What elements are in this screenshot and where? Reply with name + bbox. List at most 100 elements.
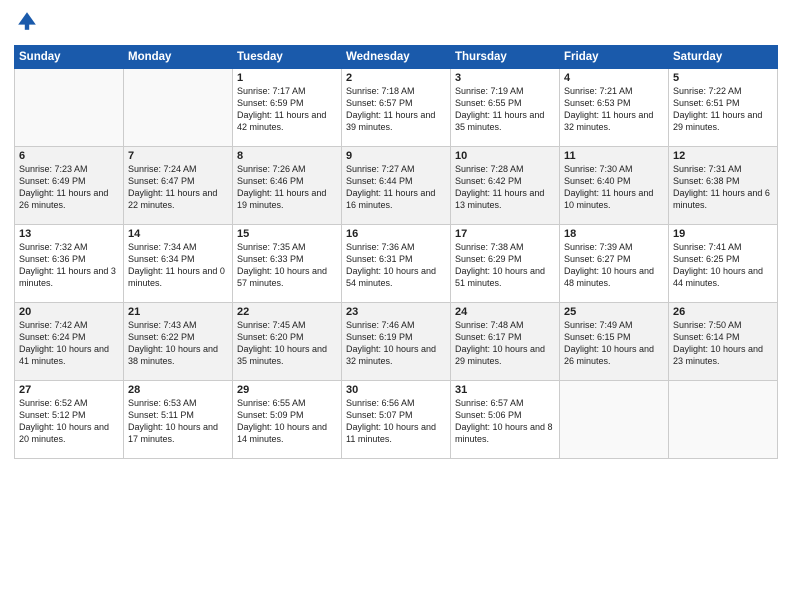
day-info: Sunrise: 7:36 AM Sunset: 6:31 PM Dayligh… — [346, 241, 446, 290]
day-number: 8 — [237, 150, 337, 162]
calendar-cell: 8Sunrise: 7:26 AM Sunset: 6:46 PM Daylig… — [233, 147, 342, 225]
calendar-cell: 27Sunrise: 6:52 AM Sunset: 5:12 PM Dayli… — [15, 381, 124, 459]
calendar-cell: 9Sunrise: 7:27 AM Sunset: 6:44 PM Daylig… — [342, 147, 451, 225]
day-info: Sunrise: 7:42 AM Sunset: 6:24 PM Dayligh… — [19, 319, 119, 368]
day-number: 1 — [237, 72, 337, 84]
weekday-header: Friday — [560, 46, 669, 69]
day-info: Sunrise: 7:41 AM Sunset: 6:25 PM Dayligh… — [673, 241, 773, 290]
day-number: 28 — [128, 384, 228, 396]
day-number: 17 — [455, 228, 555, 240]
day-number: 15 — [237, 228, 337, 240]
day-number: 25 — [564, 306, 664, 318]
calendar-cell: 14Sunrise: 7:34 AM Sunset: 6:34 PM Dayli… — [124, 225, 233, 303]
logo-icon — [16, 10, 38, 32]
day-info: Sunrise: 7:26 AM Sunset: 6:46 PM Dayligh… — [237, 163, 337, 212]
calendar-week-row: 1Sunrise: 7:17 AM Sunset: 6:59 PM Daylig… — [15, 69, 778, 147]
page-header — [14, 10, 778, 37]
day-info: Sunrise: 7:27 AM Sunset: 6:44 PM Dayligh… — [346, 163, 446, 212]
calendar-cell: 3Sunrise: 7:19 AM Sunset: 6:55 PM Daylig… — [451, 69, 560, 147]
day-number: 4 — [564, 72, 664, 84]
calendar-cell: 23Sunrise: 7:46 AM Sunset: 6:19 PM Dayli… — [342, 303, 451, 381]
day-number: 26 — [673, 306, 773, 318]
calendar-cell: 24Sunrise: 7:48 AM Sunset: 6:17 PM Dayli… — [451, 303, 560, 381]
day-info: Sunrise: 7:28 AM Sunset: 6:42 PM Dayligh… — [455, 163, 555, 212]
calendar-week-row: 6Sunrise: 7:23 AM Sunset: 6:49 PM Daylig… — [15, 147, 778, 225]
calendar-cell: 22Sunrise: 7:45 AM Sunset: 6:20 PM Dayli… — [233, 303, 342, 381]
day-info: Sunrise: 7:32 AM Sunset: 6:36 PM Dayligh… — [19, 241, 119, 290]
calendar-cell: 26Sunrise: 7:50 AM Sunset: 6:14 PM Dayli… — [669, 303, 778, 381]
day-info: Sunrise: 7:19 AM Sunset: 6:55 PM Dayligh… — [455, 85, 555, 134]
day-info: Sunrise: 7:23 AM Sunset: 6:49 PM Dayligh… — [19, 163, 119, 212]
day-info: Sunrise: 7:50 AM Sunset: 6:14 PM Dayligh… — [673, 319, 773, 368]
day-info: Sunrise: 7:39 AM Sunset: 6:27 PM Dayligh… — [564, 241, 664, 290]
calendar-cell: 25Sunrise: 7:49 AM Sunset: 6:15 PM Dayli… — [560, 303, 669, 381]
day-number: 29 — [237, 384, 337, 396]
day-info: Sunrise: 6:53 AM Sunset: 5:11 PM Dayligh… — [128, 397, 228, 446]
day-info: Sunrise: 7:34 AM Sunset: 6:34 PM Dayligh… — [128, 241, 228, 290]
day-number: 3 — [455, 72, 555, 84]
calendar-cell — [15, 69, 124, 147]
day-info: Sunrise: 6:57 AM Sunset: 5:06 PM Dayligh… — [455, 397, 555, 446]
day-info: Sunrise: 7:45 AM Sunset: 6:20 PM Dayligh… — [237, 319, 337, 368]
day-info: Sunrise: 7:18 AM Sunset: 6:57 PM Dayligh… — [346, 85, 446, 134]
day-info: Sunrise: 7:21 AM Sunset: 6:53 PM Dayligh… — [564, 85, 664, 134]
weekday-header: Sunday — [15, 46, 124, 69]
day-number: 10 — [455, 150, 555, 162]
day-number: 18 — [564, 228, 664, 240]
day-number: 5 — [673, 72, 773, 84]
calendar-cell: 7Sunrise: 7:24 AM Sunset: 6:47 PM Daylig… — [124, 147, 233, 225]
calendar-cell — [669, 381, 778, 459]
calendar-cell: 2Sunrise: 7:18 AM Sunset: 6:57 PM Daylig… — [342, 69, 451, 147]
weekday-header: Saturday — [669, 46, 778, 69]
day-info: Sunrise: 7:22 AM Sunset: 6:51 PM Dayligh… — [673, 85, 773, 134]
day-number: 24 — [455, 306, 555, 318]
calendar-cell: 21Sunrise: 7:43 AM Sunset: 6:22 PM Dayli… — [124, 303, 233, 381]
day-info: Sunrise: 6:52 AM Sunset: 5:12 PM Dayligh… — [19, 397, 119, 446]
day-info: Sunrise: 7:49 AM Sunset: 6:15 PM Dayligh… — [564, 319, 664, 368]
day-number: 7 — [128, 150, 228, 162]
calendar-cell: 10Sunrise: 7:28 AM Sunset: 6:42 PM Dayli… — [451, 147, 560, 225]
day-number: 9 — [346, 150, 446, 162]
day-number: 11 — [564, 150, 664, 162]
day-number: 23 — [346, 306, 446, 318]
calendar-cell: 16Sunrise: 7:36 AM Sunset: 6:31 PM Dayli… — [342, 225, 451, 303]
calendar-cell: 1Sunrise: 7:17 AM Sunset: 6:59 PM Daylig… — [233, 69, 342, 147]
day-number: 19 — [673, 228, 773, 240]
calendar-week-row: 13Sunrise: 7:32 AM Sunset: 6:36 PM Dayli… — [15, 225, 778, 303]
weekday-header: Tuesday — [233, 46, 342, 69]
calendar-cell — [124, 69, 233, 147]
calendar-cell: 13Sunrise: 7:32 AM Sunset: 6:36 PM Dayli… — [15, 225, 124, 303]
day-number: 30 — [346, 384, 446, 396]
calendar-cell: 30Sunrise: 6:56 AM Sunset: 5:07 PM Dayli… — [342, 381, 451, 459]
calendar-table: SundayMondayTuesdayWednesdayThursdayFrid… — [14, 45, 778, 459]
logo — [14, 10, 40, 37]
day-info: Sunrise: 7:31 AM Sunset: 6:38 PM Dayligh… — [673, 163, 773, 212]
day-info: Sunrise: 7:35 AM Sunset: 6:33 PM Dayligh… — [237, 241, 337, 290]
weekday-header: Monday — [124, 46, 233, 69]
calendar-week-row: 20Sunrise: 7:42 AM Sunset: 6:24 PM Dayli… — [15, 303, 778, 381]
calendar-cell: 18Sunrise: 7:39 AM Sunset: 6:27 PM Dayli… — [560, 225, 669, 303]
day-number: 20 — [19, 306, 119, 318]
calendar-cell: 17Sunrise: 7:38 AM Sunset: 6:29 PM Dayli… — [451, 225, 560, 303]
day-number: 6 — [19, 150, 119, 162]
weekday-header: Wednesday — [342, 46, 451, 69]
day-info: Sunrise: 7:43 AM Sunset: 6:22 PM Dayligh… — [128, 319, 228, 368]
day-number: 14 — [128, 228, 228, 240]
calendar-cell: 15Sunrise: 7:35 AM Sunset: 6:33 PM Dayli… — [233, 225, 342, 303]
weekday-header: Thursday — [451, 46, 560, 69]
day-number: 16 — [346, 228, 446, 240]
day-info: Sunrise: 7:38 AM Sunset: 6:29 PM Dayligh… — [455, 241, 555, 290]
day-number: 2 — [346, 72, 446, 84]
day-number: 13 — [19, 228, 119, 240]
calendar-cell: 12Sunrise: 7:31 AM Sunset: 6:38 PM Dayli… — [669, 147, 778, 225]
calendar-cell: 5Sunrise: 7:22 AM Sunset: 6:51 PM Daylig… — [669, 69, 778, 147]
day-info: Sunrise: 7:30 AM Sunset: 6:40 PM Dayligh… — [564, 163, 664, 212]
calendar-cell: 31Sunrise: 6:57 AM Sunset: 5:06 PM Dayli… — [451, 381, 560, 459]
day-info: Sunrise: 7:24 AM Sunset: 6:47 PM Dayligh… — [128, 163, 228, 212]
calendar-header-row: SundayMondayTuesdayWednesdayThursdayFrid… — [15, 46, 778, 69]
day-number: 31 — [455, 384, 555, 396]
calendar-week-row: 27Sunrise: 6:52 AM Sunset: 5:12 PM Dayli… — [15, 381, 778, 459]
day-number: 22 — [237, 306, 337, 318]
day-info: Sunrise: 7:17 AM Sunset: 6:59 PM Dayligh… — [237, 85, 337, 134]
calendar-cell: 28Sunrise: 6:53 AM Sunset: 5:11 PM Dayli… — [124, 381, 233, 459]
